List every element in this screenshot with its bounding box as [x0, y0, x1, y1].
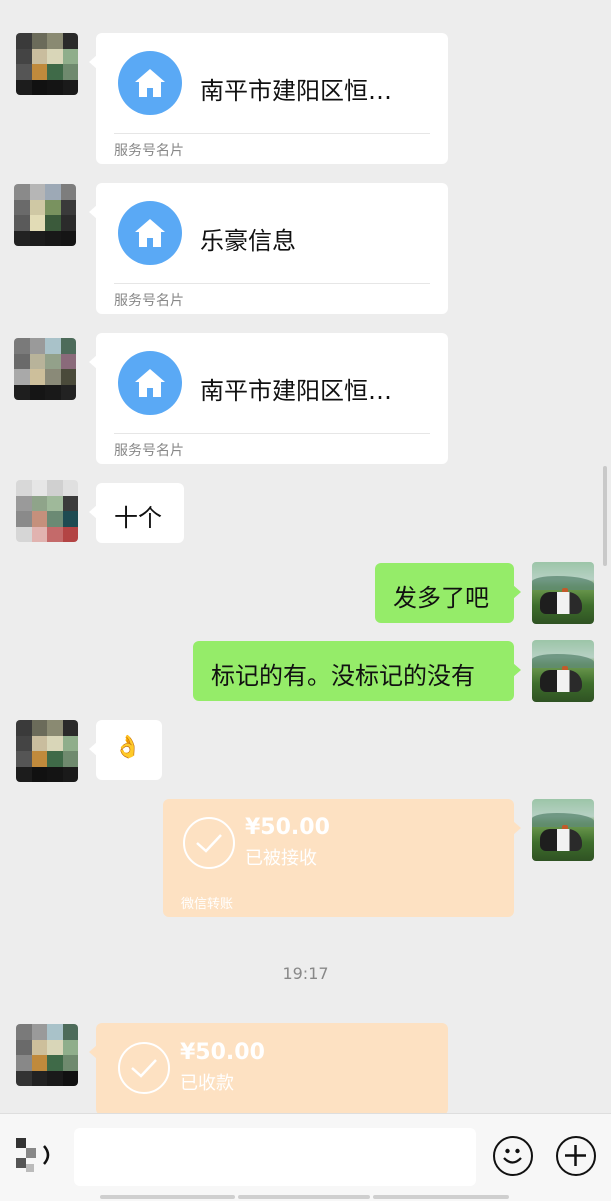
transfer-amount: ¥50.00	[245, 815, 330, 840]
contact-avatar[interactable]	[16, 33, 78, 95]
nav-indicator	[100, 1195, 235, 1199]
home-icon	[118, 51, 182, 115]
business-card-message[interactable]: 乐豪信息 服务号名片	[89, 183, 448, 314]
self-avatar[interactable]	[532, 799, 594, 861]
message-input[interactable]	[74, 1128, 476, 1186]
divider	[114, 433, 430, 434]
divider	[114, 133, 430, 134]
contact-avatar[interactable]	[16, 1024, 78, 1086]
transfer-amount: ¥50.00	[180, 1040, 265, 1065]
emoji-message[interactable]: 👌	[89, 720, 162, 780]
message-text: 标记的有。没标记的没有	[211, 662, 475, 690]
check-icon	[183, 817, 235, 869]
home-icon	[118, 351, 182, 415]
card-title: 南平市建阳区恒…	[200, 377, 392, 405]
sent-message[interactable]: 发多了吧	[375, 563, 521, 623]
self-avatar[interactable]	[532, 562, 594, 624]
check-icon	[118, 1042, 170, 1094]
message-text: 十个	[114, 504, 162, 532]
message-text: 发多了吧	[393, 584, 489, 612]
nav-indicator	[373, 1195, 509, 1199]
card-title: 乐豪信息	[200, 227, 296, 255]
ok-hand-emoji: 👌	[114, 735, 142, 760]
plus-icon[interactable]	[556, 1136, 596, 1176]
contact-avatar[interactable]	[14, 338, 76, 400]
divider	[114, 283, 430, 284]
transfer-message[interactable]: ¥50.00 已被接收 微信转账	[163, 799, 521, 917]
self-avatar[interactable]	[532, 640, 594, 702]
card-footer: 服务号名片	[114, 143, 184, 159]
sent-message[interactable]: 标记的有。没标记的没有	[193, 641, 521, 701]
business-card-message[interactable]: 南平市建阳区恒… 服务号名片	[89, 33, 448, 164]
contact-avatar[interactable]	[16, 720, 78, 782]
emoji-icon[interactable]	[493, 1136, 533, 1176]
card-footer: 服务号名片	[114, 443, 184, 459]
voice-icon[interactable]	[14, 1134, 56, 1176]
transfer-footer: 微信转账	[181, 897, 234, 912]
card-title: 南平市建阳区恒…	[200, 77, 392, 105]
timestamp: 19:17	[282, 964, 329, 983]
transfer-status: 已被接收	[245, 848, 317, 869]
business-card-message[interactable]: 南平市建阳区恒… 服务号名片	[89, 333, 448, 464]
card-footer: 服务号名片	[114, 293, 184, 309]
text-message[interactable]: 十个	[89, 483, 184, 543]
contact-avatar[interactable]	[14, 184, 76, 246]
transfer-message[interactable]: ¥50.00 已收款	[89, 1023, 448, 1115]
contact-avatar[interactable]	[16, 480, 78, 542]
input-bar	[0, 1113, 611, 1201]
scrollbar[interactable]	[603, 466, 607, 566]
nav-indicator	[238, 1195, 370, 1199]
home-icon	[118, 201, 182, 265]
transfer-status: 已收款	[180, 1073, 234, 1094]
